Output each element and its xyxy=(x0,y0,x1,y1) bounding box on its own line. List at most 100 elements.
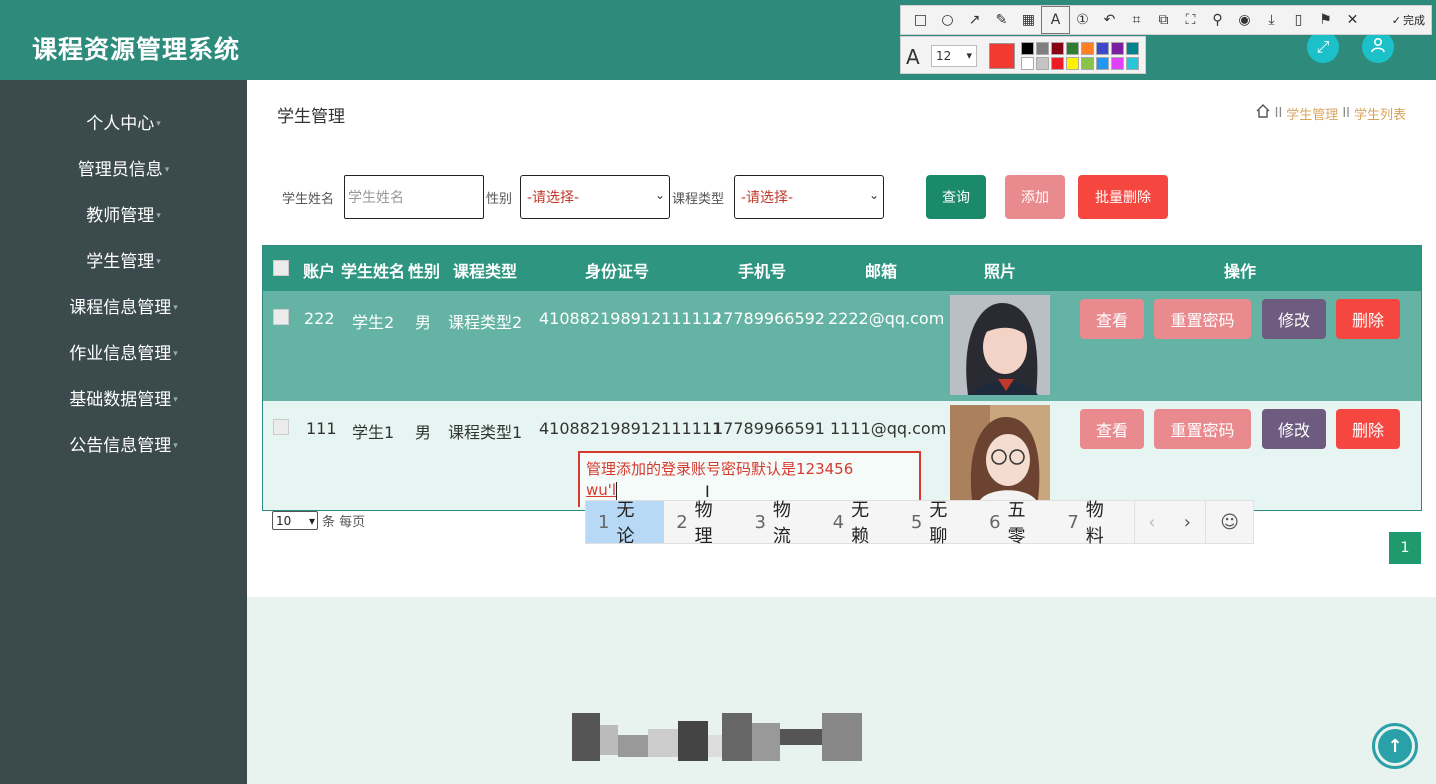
user-menu-button[interactable] xyxy=(1362,31,1394,63)
student-photo[interactable] xyxy=(950,405,1050,500)
sidebar-item-course-info[interactable]: 课程信息管理 ▾ xyxy=(0,293,247,323)
color-swatch[interactable] xyxy=(1066,42,1079,55)
download-icon[interactable]: ⤓ xyxy=(1258,7,1285,33)
font-size-select[interactable]: 12 xyxy=(931,45,977,67)
col-account: 账户 xyxy=(303,262,336,281)
cell-phone: 17789966591 xyxy=(713,419,825,438)
pixelated-footer-text xyxy=(572,713,866,763)
student-photo[interactable] xyxy=(950,295,1050,395)
query-button[interactable]: 查询 xyxy=(926,175,986,219)
color-swatch[interactable] xyxy=(1021,42,1034,55)
ocr-icon[interactable]: ⧉ xyxy=(1150,7,1177,33)
ellipse-tool-icon[interactable]: ○ xyxy=(934,7,961,33)
batch-delete-button[interactable]: 批量删除 xyxy=(1078,175,1168,219)
pager: 10 ▾ 条 每页 xyxy=(272,511,365,530)
number-tool-icon[interactable]: ① xyxy=(1069,7,1096,33)
sidebar-item-admin-info[interactable]: 管理员信息 ▾ xyxy=(0,155,247,185)
color-swatch[interactable] xyxy=(1111,57,1124,70)
rectangle-tool-icon[interactable]: □ xyxy=(907,7,934,33)
chevron-down-icon: ▾ xyxy=(308,513,315,528)
undo-icon[interactable]: ↶ xyxy=(1096,7,1123,33)
pen-tool-icon[interactable]: ✎ xyxy=(988,7,1015,33)
home-icon[interactable] xyxy=(1255,103,1271,123)
app-title: 课程资源管理系统 xyxy=(32,35,241,64)
row-checkbox[interactable] xyxy=(273,309,289,325)
delete-button[interactable]: 删除 xyxy=(1336,299,1400,339)
ime-candidate[interactable]: 5 无聊 xyxy=(899,500,977,547)
edit-button[interactable]: 修改 xyxy=(1262,409,1326,449)
text-tool-icon[interactable]: A xyxy=(1041,6,1070,34)
color-swatch[interactable] xyxy=(1096,57,1109,70)
arrow-tool-icon[interactable]: ↗ xyxy=(961,7,988,33)
color-swatch[interactable] xyxy=(1096,42,1109,55)
sidebar-item-teacher[interactable]: 教师管理 ▾ xyxy=(0,201,247,231)
sidebar-item-homework-info[interactable]: 作业信息管理 ▾ xyxy=(0,339,247,369)
page-size-select[interactable]: 10 ▾ xyxy=(272,511,318,530)
cell-course-type: 课程类型2 xyxy=(448,313,523,332)
sidebar-item-personal-center[interactable]: 个人中心 ▾ xyxy=(0,109,247,139)
color-swatch[interactable] xyxy=(1036,57,1049,70)
reset-password-button[interactable]: 重置密码 xyxy=(1154,299,1251,339)
color-swatch[interactable] xyxy=(1036,42,1049,55)
gender-select[interactable]: -请选择- ⌄ xyxy=(520,175,670,219)
col-email: 邮箱 xyxy=(865,262,898,281)
bookmark-icon[interactable]: ⚑ xyxy=(1312,7,1339,33)
add-button[interactable]: 添加 xyxy=(1005,175,1065,219)
color-swatch[interactable] xyxy=(1066,57,1079,70)
scan-icon[interactable]: ⛶ xyxy=(1177,7,1204,33)
finish-button[interactable]: ✓ 完成 xyxy=(1392,12,1431,28)
course-type-select[interactable]: -请选择- ⌄ xyxy=(734,175,884,219)
row-checkbox[interactable] xyxy=(273,419,289,435)
fullscreen-button[interactable]: ⤢ xyxy=(1307,31,1339,63)
color-swatch[interactable] xyxy=(1051,42,1064,55)
caret-down-icon: ▾ xyxy=(173,441,178,451)
phone-icon[interactable]: ▯ xyxy=(1285,7,1312,33)
view-button[interactable]: 查看 xyxy=(1080,409,1144,449)
view-button[interactable]: 查看 xyxy=(1080,299,1144,339)
current-color-swatch[interactable] xyxy=(989,43,1015,69)
caret-down-icon: ▾ xyxy=(156,119,161,129)
color-swatch[interactable] xyxy=(1081,42,1094,55)
reset-password-button[interactable]: 重置密码 xyxy=(1154,409,1251,449)
text-style-panel: A 12 xyxy=(900,36,1146,74)
col-student-name: 学生姓名 xyxy=(341,262,406,281)
color-swatch[interactable] xyxy=(1021,57,1034,70)
color-swatch[interactable] xyxy=(1051,57,1064,70)
ime-candidate[interactable]: 6 五零 xyxy=(977,500,1055,547)
color-swatch[interactable] xyxy=(1126,57,1139,70)
breadcrumb-separator: II xyxy=(1342,105,1350,121)
ime-candidate[interactable]: 2 物理 xyxy=(664,500,742,547)
select-all-checkbox[interactable] xyxy=(273,260,289,276)
cell-student-name: 学生1 xyxy=(352,423,395,442)
ime-prev-page-icon[interactable]: ‹ xyxy=(1133,501,1170,543)
emoji-icon[interactable]: ☺ xyxy=(1205,501,1253,543)
pin-icon[interactable]: ⚲ xyxy=(1204,7,1231,33)
caret-down-icon: ▾ xyxy=(173,349,178,359)
sidebar-item-student[interactable]: 学生管理 ▾ xyxy=(0,247,247,277)
ime-next-page-icon[interactable]: › xyxy=(1169,501,1205,543)
annotation-text-composing: wu'l xyxy=(586,481,617,499)
color-swatch[interactable] xyxy=(1111,42,1124,55)
breadcrumb-student-list[interactable]: 学生列表 xyxy=(1354,104,1406,123)
edit-button[interactable]: 修改 xyxy=(1262,299,1326,339)
sidebar-item-base-data[interactable]: 基础数据管理 ▾ xyxy=(0,385,247,415)
color-swatch[interactable] xyxy=(1126,42,1139,55)
crop-icon[interactable]: ⌗ xyxy=(1123,7,1150,33)
delete-button[interactable]: 删除 xyxy=(1336,409,1400,449)
ime-candidate[interactable]: 1 无论 xyxy=(586,500,665,547)
ime-candidate[interactable]: 4 无赖 xyxy=(821,500,899,547)
cell-account: 222 xyxy=(304,309,335,328)
gender-label: 性别 xyxy=(486,192,513,207)
mosaic-tool-icon[interactable]: ▦ xyxy=(1015,7,1042,33)
ime-candidate[interactable]: 3 物流 xyxy=(742,500,820,547)
close-icon[interactable]: ✕ xyxy=(1339,7,1366,33)
breadcrumb-student-manage[interactable]: 学生管理 xyxy=(1286,104,1338,123)
sidebar-item-notice-info[interactable]: 公告信息管理 ▾ xyxy=(0,431,247,461)
student-name-input[interactable]: 学生姓名 xyxy=(344,175,484,219)
back-to-top-button[interactable]: ↑ xyxy=(1372,723,1418,769)
ime-candidate[interactable]: 7 物料 xyxy=(1055,500,1133,547)
record-icon[interactable]: ◉ xyxy=(1231,7,1258,33)
ime-candidate-bar: 1 无论 2 物理 3 物流 4 无赖 5 无聊 6 五零 7 物料 ‹ › ☺ xyxy=(585,500,1254,547)
color-swatch[interactable] xyxy=(1081,57,1094,70)
page-number-button[interactable]: 1 xyxy=(1389,532,1421,564)
